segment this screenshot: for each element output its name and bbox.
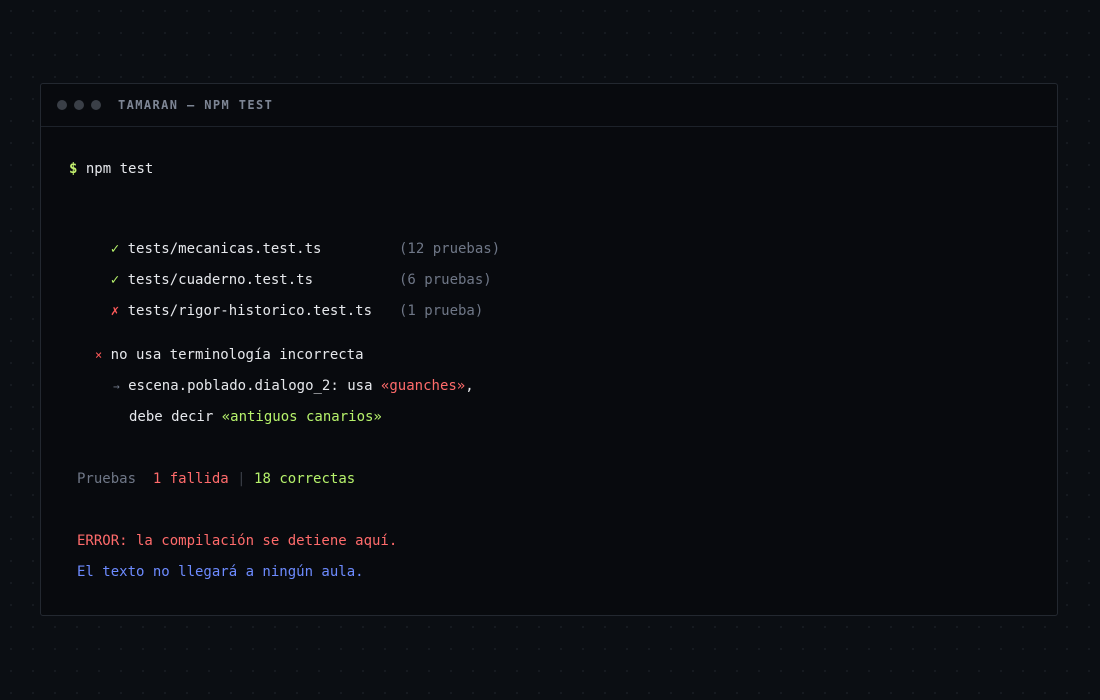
failed-test-line: × no usa terminología incorrecta: [95, 346, 364, 364]
summary-failed: 1 fallida: [152, 471, 229, 487]
fix-prefix: debe decir: [129, 409, 222, 425]
detail-comma: ,: [465, 378, 474, 394]
failure-detail-prefix: escena.poblado.dialogo_2: usa: [128, 378, 381, 394]
summary-passed: 18 correctas: [254, 471, 356, 487]
window-dot-close[interactable]: [57, 100, 67, 110]
summary-line: Pruebas 1 fallida | 18 correctas: [77, 470, 355, 488]
command-text: npm test: [85, 161, 154, 177]
correct-term: «antiguos canarios»: [221, 409, 382, 425]
test-count: (1 prueba): [399, 303, 484, 319]
error-message: ERROR: la compilación se detiene aquí.: [77, 533, 398, 549]
command-line: $ npm test: [69, 160, 153, 178]
test-file-path: tests/rigor-historico.test.ts: [127, 303, 373, 319]
terminal-window: TAMARAN — NPM TEST $ npm test ✓ tests/me…: [40, 83, 1058, 616]
wrong-term: «guanches»: [380, 378, 466, 394]
window-dot-minimize[interactable]: [74, 100, 84, 110]
window-dot-maximize[interactable]: [91, 100, 101, 110]
test-file-row: ✗ tests/rigor-historico.test.ts (1 prueba…: [77, 284, 777, 338]
summary-label: Pruebas: [77, 471, 137, 487]
failed-test-name: no usa terminología incorrecta: [110, 347, 364, 363]
terminal-titlebar: TAMARAN — NPM TEST: [41, 84, 1057, 127]
cross-icon: ✗: [110, 303, 120, 319]
prompt-symbol: $: [69, 161, 78, 177]
window-title: TAMARAN — NPM TEST: [118, 98, 274, 112]
arrow-right-icon: →: [113, 380, 120, 393]
summary-separator: |: [237, 471, 246, 487]
info-message: El texto no llegará a ningún aula.: [77, 564, 364, 580]
failure-fix-line: debe decir «antiguos canarios»: [129, 408, 382, 426]
failure-detail-line: → escena.poblado.dialogo_2: usa «guanche…: [113, 377, 474, 396]
fail-x-icon: ×: [95, 348, 103, 362]
